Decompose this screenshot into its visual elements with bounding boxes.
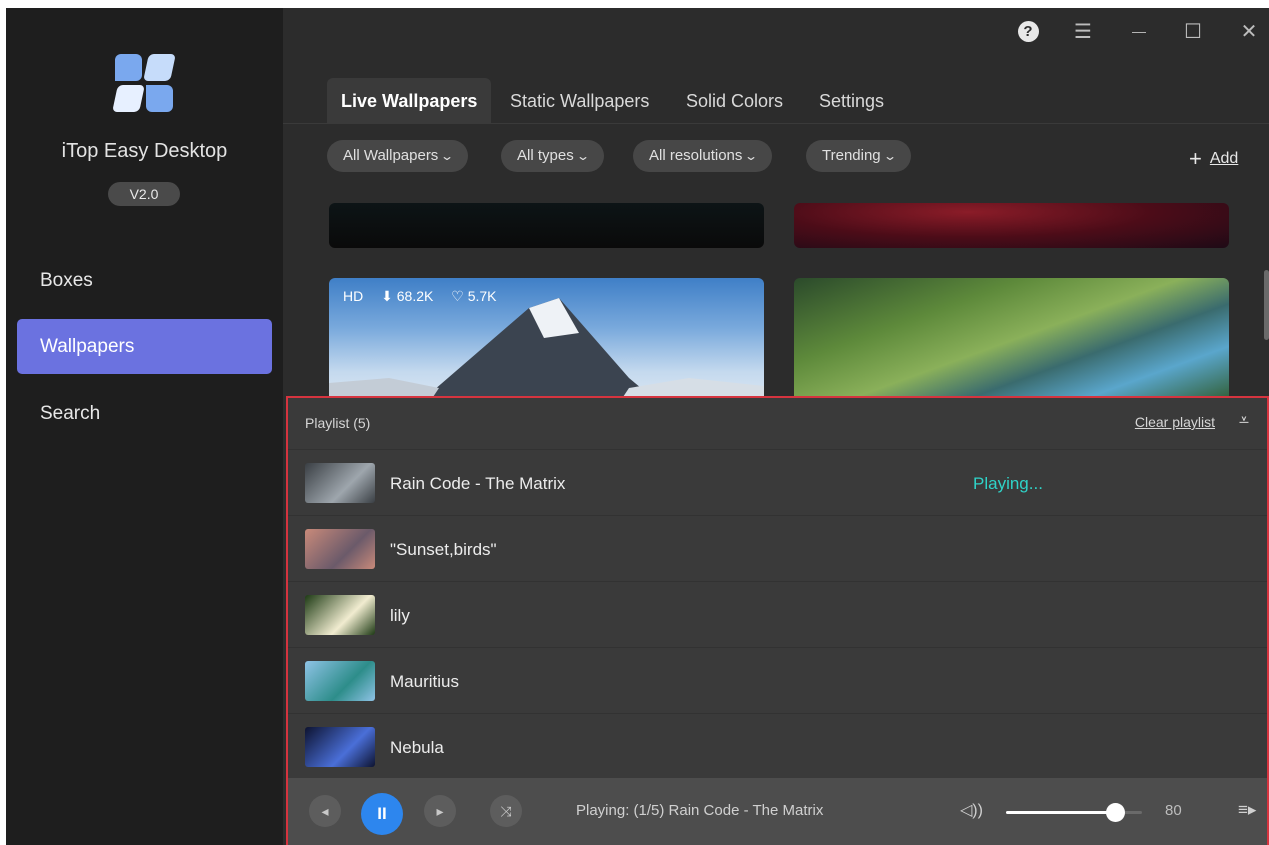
card-meta: HD ⬇ 68.2K ♡ 5.7K	[343, 288, 511, 305]
playlist-panel: Playlist (5) Clear playlist ⩡ Rain Code …	[286, 396, 1269, 845]
playlist-item[interactable]: Rain Code - The Matrix Playing...	[288, 450, 1267, 516]
filter-label: Trending	[822, 147, 881, 164]
filter-label: All resolutions	[649, 147, 743, 164]
wallpaper-card[interactable]	[329, 203, 764, 248]
close-icon: ✕	[1240, 20, 1258, 43]
filter-label: All Wallpapers	[343, 147, 439, 164]
like-count: ♡ 5.7K	[451, 288, 497, 304]
minimize-icon: —	[1132, 23, 1146, 39]
version-badge: V2.0	[108, 182, 180, 206]
hd-badge: HD	[343, 288, 364, 304]
collapse-icon[interactable]: ⩡	[1233, 410, 1255, 434]
wallpaper-thumbnail	[305, 661, 375, 701]
filter-all-wallpapers[interactable]: All Wallpapers ⌄	[327, 140, 469, 172]
download-count: ⬇ 68.2K	[381, 288, 434, 304]
filter-all-types[interactable]: All types ⌄	[501, 140, 604, 172]
chevron-down-icon: ⌄	[440, 149, 455, 163]
playlist-item-title: lily	[390, 606, 410, 625]
playlist-item-title: Mauritius	[390, 672, 459, 691]
volume-slider[interactable]	[1006, 803, 1142, 822]
playlist-header: Playlist (5) Clear playlist ⩡	[288, 398, 1267, 450]
playlist-item-title: Rain Code - The Matrix	[390, 474, 566, 493]
pause-button[interactable]: II	[361, 793, 403, 835]
help-icon: ?	[1017, 20, 1039, 42]
tab-settings[interactable]: Settings	[819, 78, 884, 124]
add-label: Add	[1209, 150, 1239, 167]
volume-fill	[1006, 811, 1115, 814]
help-button[interactable]: ?	[1013, 18, 1043, 44]
playlist-title: Playlist (5)	[305, 415, 371, 431]
grid-scrollbar[interactable]	[1264, 270, 1269, 340]
wallpaper-card[interactable]: HD ⬇ 68.2K ♡ 5.7K	[329, 278, 764, 403]
minimize-button[interactable]: —	[1124, 18, 1154, 44]
chevron-down-icon: ⌄	[882, 149, 897, 163]
sidebar: iTop Easy Desktop V2.0 Boxes Wallpapers …	[6, 8, 283, 845]
sidebar-item-search[interactable]: Search	[17, 386, 272, 441]
tab-static-wallpapers[interactable]: Static Wallpapers	[510, 78, 649, 124]
playlist-item-title: Nebula	[390, 738, 444, 757]
maximize-button[interactable]: ☐	[1178, 18, 1208, 44]
app-name: iTop Easy Desktop	[61, 140, 228, 162]
pause-icon: II	[377, 804, 387, 823]
previous-button[interactable]: ◂	[309, 795, 341, 827]
wallpaper-card[interactable]	[794, 203, 1229, 248]
playing-status: Playing...	[973, 474, 1043, 493]
add-wallpaper-button[interactable]: + Add	[1189, 146, 1238, 172]
previous-icon: ◂	[321, 803, 329, 819]
playlist-item-title: "Sunset,birds"	[390, 540, 497, 559]
close-button[interactable]: ✕	[1234, 18, 1264, 44]
menu-icon: ☰	[1074, 20, 1092, 43]
now-playing-text: Playing: (1/5) Rain Code - The Matrix	[576, 802, 824, 819]
chevron-down-icon: ⌄	[575, 149, 590, 163]
plus-icon: +	[1189, 146, 1202, 171]
playlist-item[interactable]: Mauritius	[288, 648, 1267, 714]
tab-divider	[283, 123, 1269, 124]
volume-handle[interactable]	[1105, 803, 1125, 822]
filter-label: All types	[517, 147, 574, 164]
player-bar: ◂ II ▸ ⤨ Playing: (1/5) Rain Code - The …	[288, 778, 1267, 845]
clear-playlist-link[interactable]: Clear playlist	[1135, 414, 1215, 430]
shuffle-icon: ⤨	[500, 803, 512, 819]
tab-solid-colors[interactable]: Solid Colors	[686, 78, 783, 124]
filter-all-resolutions[interactable]: All resolutions ⌄	[633, 140, 773, 172]
sidebar-item-boxes[interactable]: Boxes	[17, 253, 272, 308]
wallpaper-thumbnail	[305, 463, 375, 503]
volume-icon[interactable]: ◁))	[960, 800, 983, 820]
maximize-icon: ☐	[1184, 20, 1202, 43]
chevron-down-icon: ⌄	[744, 149, 759, 163]
wallpaper-thumbnail	[305, 595, 375, 635]
volume-value: 80	[1165, 802, 1182, 819]
menu-button[interactable]: ☰	[1068, 18, 1098, 44]
playlist-item[interactable]: "Sunset,birds"	[288, 516, 1267, 582]
app-window: iTop Easy Desktop V2.0 Boxes Wallpapers …	[6, 8, 1269, 845]
next-button[interactable]: ▸	[424, 795, 456, 827]
sidebar-item-wallpapers[interactable]: Wallpapers	[17, 319, 272, 374]
next-icon: ▸	[436, 803, 444, 819]
app-logo-icon	[112, 54, 176, 112]
wallpaper-thumbnail	[305, 529, 375, 569]
filter-trending[interactable]: Trending ⌄	[806, 140, 911, 172]
wallpaper-thumbnail	[305, 727, 375, 767]
playlist-item[interactable]: lily	[288, 582, 1267, 648]
tab-live-wallpapers[interactable]: Live Wallpapers	[327, 78, 492, 124]
wallpaper-card[interactable]	[794, 278, 1229, 403]
playlist-item[interactable]: Nebula	[288, 714, 1267, 780]
wallpaper-tabs: Live Wallpapers Static Wallpapers Solid …	[283, 78, 1269, 124]
shuffle-button[interactable]: ⤨	[490, 795, 522, 827]
queue-icon[interactable]: ≡▸	[1238, 800, 1256, 820]
